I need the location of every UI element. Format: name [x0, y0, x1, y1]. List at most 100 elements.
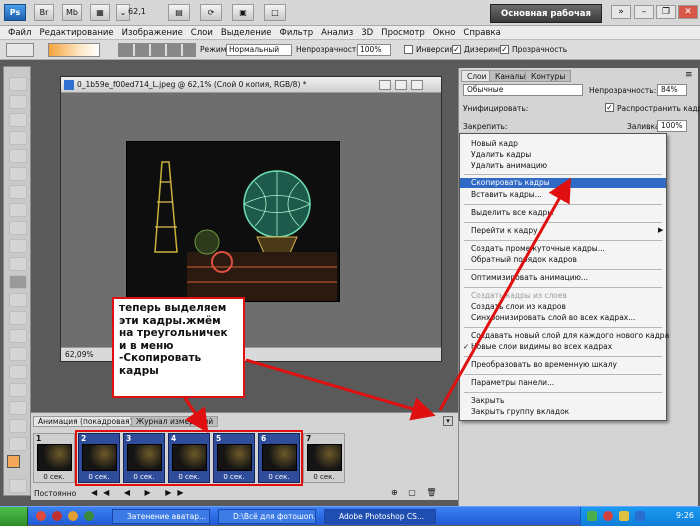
menu-reverse-frames[interactable]: Обратный порядок кадров [460, 255, 666, 265]
frame-delay[interactable]: 0 сек. [34, 473, 74, 481]
type-tool-icon[interactable] [9, 347, 27, 361]
clone-stamp-tool-icon[interactable] [9, 221, 27, 235]
invert-checkbox[interactable] [404, 45, 413, 54]
quicklaunch-icon[interactable] [84, 511, 94, 521]
taskbar-button-photoshop[interactable]: Adobe Photoshop CS... [324, 509, 436, 524]
layer-opacity-field[interactable]: 84% [657, 84, 687, 96]
blur-tool-icon[interactable] [9, 293, 27, 307]
tray-icon[interactable] [603, 511, 613, 521]
fill-field[interactable]: 100% [657, 120, 687, 132]
doc-close-icon[interactable] [411, 80, 423, 90]
marquee-tool-icon[interactable] [9, 95, 27, 109]
menu-match-layer[interactable]: Синхронизировать слой во всех кадрах... [460, 313, 666, 323]
mode-select[interactable]: Нормальный [226, 44, 292, 56]
propagate-checkbox[interactable]: ✓ [605, 103, 614, 112]
3d-rotate-tool-icon[interactable] [9, 401, 27, 415]
arrange-documents-icon[interactable]: ▣ [232, 4, 254, 21]
menu-create-layer-each-frame[interactable]: Создавать новый слой для каждого нового … [460, 331, 669, 341]
menu-panel-options[interactable]: Параметры панели... [460, 378, 666, 388]
menu-delete-animation[interactable]: Удалить анимацию [460, 161, 666, 171]
menu-3d[interactable]: 3D [357, 26, 377, 39]
tab-animation[interactable]: Анимация (покадровая) [33, 416, 138, 427]
eyedropper-tool-icon[interactable] [9, 167, 27, 181]
menu-select-all-frames[interactable]: Выделить все кадры [460, 208, 666, 218]
menu-copy-frames[interactable]: Скопировать кадры [460, 178, 666, 188]
menu-window[interactable]: Окно [429, 26, 460, 39]
hand-tool-icon[interactable] [9, 419, 27, 433]
tab-measurement-log[interactable]: Журнал измерений [131, 416, 219, 427]
gradient-tool-icon[interactable] [9, 275, 27, 289]
screen-mode-icon[interactable]: □ [264, 4, 286, 21]
menu-analysis[interactable]: Анализ [317, 26, 357, 39]
menu-help[interactable]: Справка [459, 26, 504, 39]
frame-7[interactable]: 7 0 сек. [303, 433, 345, 483]
tool-preset-picker[interactable] [6, 43, 34, 57]
workspace-switcher[interactable]: Основная рабочая среда [490, 4, 602, 38]
menu-layers[interactable]: Слои [187, 26, 217, 39]
opacity-field[interactable]: 100% [357, 44, 391, 56]
doc-minimize-icon[interactable] [379, 80, 391, 90]
tray-icon[interactable] [619, 511, 629, 521]
path-selection-tool-icon[interactable] [9, 365, 27, 379]
minimize-icon[interactable]: – [634, 5, 654, 19]
playback-controls-icon[interactable]: ◀◀ ◀ ▶ ▶▶ [91, 488, 211, 498]
gradient-type-buttons[interactable] [118, 43, 196, 57]
tab-paths[interactable]: Контуры [525, 70, 572, 82]
crop-tool-icon[interactable] [9, 149, 27, 163]
canvas-image[interactable] [126, 141, 340, 302]
menu-paste-frames[interactable]: Вставить кадры... [460, 190, 666, 200]
workspace-more-icon[interactable]: » [611, 5, 631, 19]
dither-checkbox[interactable]: ✓ [452, 45, 461, 54]
transparency-checkbox[interactable]: ✓ [500, 45, 509, 54]
view-extras-icon[interactable]: ▤ [168, 4, 190, 21]
frame-actions-icon[interactable]: ⊕ ▢ 🗑 [391, 488, 451, 498]
close-icon[interactable]: ✕ [678, 5, 698, 19]
menu-tween[interactable]: Создать промежуточные кадры... [460, 244, 666, 254]
doc-maximize-icon[interactable] [395, 80, 407, 90]
move-tool-icon[interactable] [9, 77, 27, 91]
minibridge-icon[interactable]: Mb [62, 4, 82, 21]
tray-icon[interactable] [587, 511, 597, 521]
tray-icon[interactable] [635, 511, 645, 521]
menu-convert-to-timeline[interactable]: Преобразовать во временную шкалу [460, 360, 666, 370]
foreground-color-swatch[interactable] [7, 455, 20, 468]
menu-delete-frames[interactable]: Удалить кадры [460, 150, 666, 160]
gradient-picker[interactable] [48, 43, 100, 57]
start-button[interactable] [0, 507, 28, 526]
panel-menu-icon[interactable]: ≡ [685, 70, 693, 80]
menu-go-to-frame[interactable]: Перейти к кадру [460, 226, 666, 236]
menu-edit[interactable]: Редактирование [35, 26, 117, 39]
panel-menu-triangle-icon[interactable]: ▾ [443, 416, 453, 426]
menu-close[interactable]: Закрыть [460, 396, 666, 406]
menu-select[interactable]: Выделение [217, 26, 276, 39]
loop-select[interactable]: Постоянно [34, 489, 76, 498]
menu-close-tab-group[interactable]: Закрыть группу вкладок [460, 407, 666, 417]
clock[interactable]: 9:26 [676, 510, 694, 522]
menu-flatten-frames-into-layers[interactable]: Создать слои из кадров [460, 302, 666, 312]
shape-tool-icon[interactable] [9, 383, 27, 397]
quick-mask-icon[interactable] [9, 479, 27, 493]
quick-select-tool-icon[interactable] [9, 131, 27, 145]
menu-new-frame[interactable]: Новый кадр [460, 139, 666, 149]
blend-mode-select[interactable]: Обычные [463, 84, 583, 96]
pen-tool-icon[interactable] [9, 329, 27, 343]
brush-tool-icon[interactable] [9, 203, 27, 217]
frame-1[interactable]: 1 0 сек. [33, 433, 75, 483]
zoom-tool-icon[interactable] [9, 437, 27, 451]
lasso-tool-icon[interactable] [9, 113, 27, 127]
rotate-view-icon[interactable]: ⟳ [200, 4, 222, 21]
menu-file[interactable]: Файл [4, 26, 35, 39]
bridge-icon[interactable]: Br [34, 4, 54, 21]
taskbar-button-explorer[interactable]: D:\Всё для фотошоп... [218, 509, 316, 524]
zoom-level-value[interactable]: 62,1 [128, 7, 146, 16]
quicklaunch-icon[interactable] [68, 511, 78, 521]
taskbar-button-browser[interactable]: Затенение аватар... [112, 509, 210, 524]
zoom-status[interactable]: 62,09% [65, 350, 94, 359]
restore-icon[interactable]: ❐ [656, 5, 676, 19]
menu-filter[interactable]: Фильтр [276, 26, 318, 39]
grid-view-icon[interactable]: ▦ [90, 4, 110, 21]
eraser-tool-icon[interactable] [9, 257, 27, 271]
dodge-tool-icon[interactable] [9, 311, 27, 325]
tab-layers[interactable]: Слои [461, 70, 493, 82]
quicklaunch-icon[interactable] [52, 511, 62, 521]
